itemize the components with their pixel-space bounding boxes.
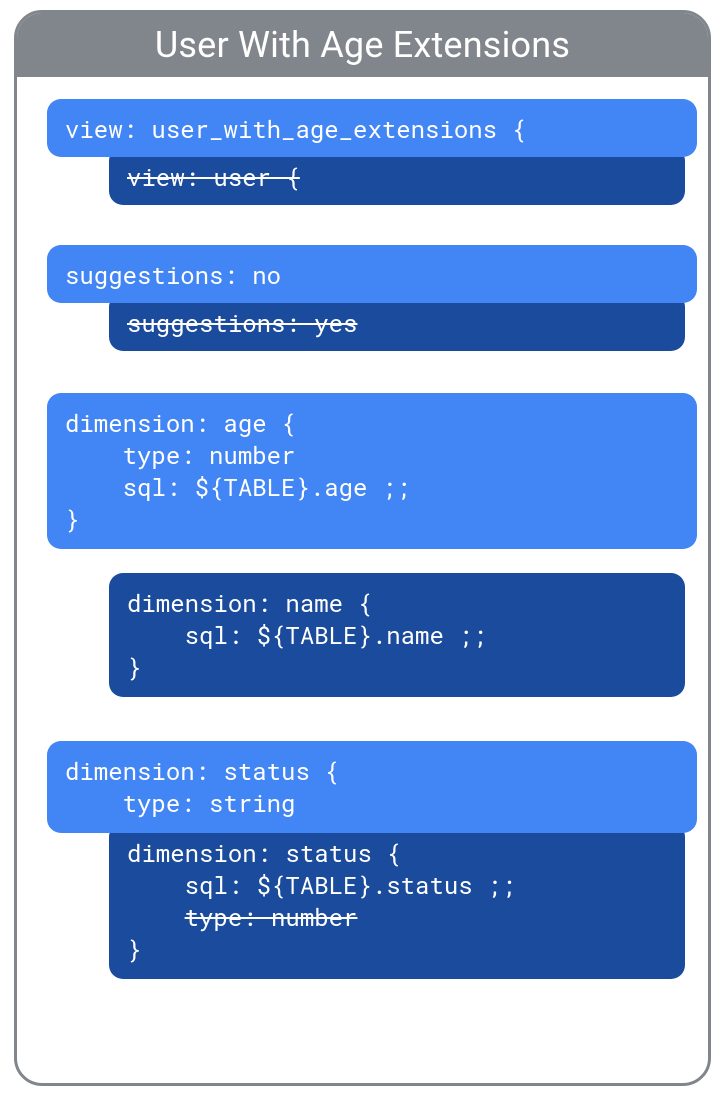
code-line-view-old: view: user {	[127, 161, 300, 193]
card-container: User With Age Extensions view: user_with…	[14, 10, 711, 1086]
code-block-dimension-status-new: dimension: status { type: string	[47, 741, 697, 833]
card-body: view: user_with_age_extensions { view: u…	[17, 77, 708, 1083]
code-block-dimension-name: dimension: name { sql: ${TABLE}.name ;; …	[109, 573, 685, 697]
code-line-suggestions-old: suggestions: yes	[127, 307, 357, 339]
card-header: User With Age Extensions	[17, 13, 708, 77]
code-block-suggestions-new: suggestions: no	[47, 245, 697, 303]
code-line-status-3: type: number	[185, 901, 358, 933]
card-title: User With Age Extensions	[155, 24, 570, 66]
code-line-status-2: sql: ${TABLE}.status ;;	[127, 869, 516, 901]
code-block-dimension-status-old: dimension: status { sql: ${TABLE}.status…	[109, 823, 685, 979]
code-block-view-new: view: user_with_age_extensions {	[47, 99, 697, 157]
code-line-status-1: dimension: status {	[127, 837, 401, 869]
code-line-status-4: }	[127, 933, 141, 965]
code-block-dimension-age: dimension: age { type: number sql: ${TAB…	[47, 393, 697, 549]
